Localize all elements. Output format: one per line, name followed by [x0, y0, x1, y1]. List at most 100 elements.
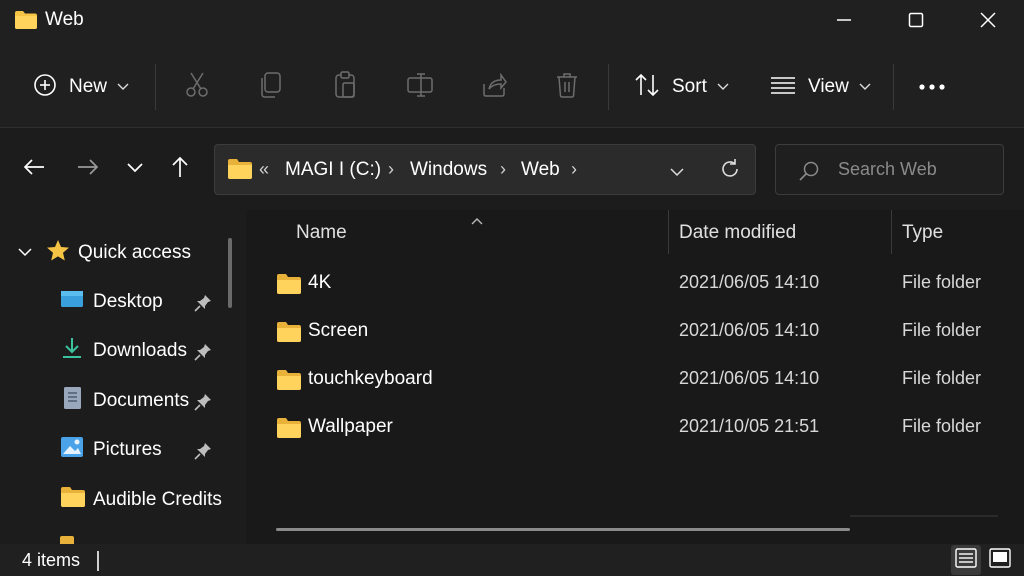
sidebar-item-documents[interactable]: Documents [60, 383, 189, 419]
back-button[interactable] [16, 152, 52, 186]
column-divider[interactable] [668, 210, 669, 254]
file-name: Wallpaper [308, 416, 393, 437]
details-view-button[interactable] [951, 545, 981, 575]
close-icon [979, 11, 997, 29]
breadcrumb-separator[interactable]: › [571, 159, 577, 180]
file-type: File folder [902, 416, 982, 436]
rename-button[interactable] [406, 70, 434, 104]
maximize-button[interactable] [880, 0, 952, 40]
pin-icon[interactable] [194, 294, 212, 317]
new-label: New [69, 76, 108, 97]
folder-icon [60, 536, 74, 544]
share-button[interactable] [481, 70, 507, 104]
more-icon [918, 78, 946, 96]
more-button[interactable] [918, 70, 946, 104]
pin-icon[interactable] [194, 343, 212, 366]
refresh-icon[interactable] [719, 158, 741, 185]
chevron-down-icon[interactable] [18, 242, 32, 264]
column-header-type[interactable]: Type [902, 222, 943, 244]
pin-icon[interactable] [194, 393, 212, 416]
paste-icon [333, 70, 357, 104]
delete-button[interactable] [555, 70, 579, 104]
file-date: 2021/10/05 21:51 [679, 416, 820, 436]
navigation-pane: Quick access Desktop Downloads Documents… [0, 210, 246, 544]
rename-icon [406, 72, 434, 103]
file-type: File folder [902, 368, 982, 388]
file-list: Name Date modified Type 4K 2021/06/05 14… [246, 210, 1024, 544]
sidebar-item-desktop[interactable]: Desktop [60, 284, 163, 320]
file-type: File folder [902, 272, 982, 292]
address-bar[interactable]: « MAGI I (C:) › Windows › Web › [214, 144, 756, 195]
sort-ascending-icon [471, 212, 483, 230]
folder-icon [276, 321, 302, 348]
toolbar-divider [893, 64, 894, 110]
status-divider [97, 551, 99, 571]
sidebar-item-label: Pictures [93, 439, 162, 460]
sidebar-item-audible-credits[interactable]: Audible Credits [60, 482, 222, 518]
file-name: 4K [308, 272, 332, 293]
column-divider[interactable] [891, 210, 892, 254]
search-icon [798, 160, 820, 187]
add-circle-icon [33, 73, 57, 102]
file-date: 2021/06/05 14:10 [679, 272, 820, 292]
copy-icon [259, 71, 283, 104]
forward-button[interactable] [70, 152, 106, 186]
sort-label: Sort [672, 76, 707, 97]
up-button[interactable] [162, 152, 198, 186]
address-row: « MAGI I (C:) › Windows › Web › Search W… [0, 128, 1024, 210]
folder-icon [14, 10, 38, 30]
recent-locations-button[interactable] [117, 152, 153, 186]
sidebar-item-downloads[interactable]: Downloads [60, 333, 187, 369]
view-button[interactable]: View [770, 70, 871, 104]
sidebar-item-pictures[interactable]: Pictures [60, 432, 162, 468]
folder-icon [276, 273, 302, 300]
search-input[interactable]: Search Web [838, 159, 937, 180]
view-label: View [808, 76, 849, 97]
pin-icon[interactable] [194, 442, 212, 465]
breadcrumb-separator[interactable]: › [388, 159, 394, 180]
view-list-icon [770, 75, 796, 100]
sort-button[interactable]: Sort [634, 70, 729, 104]
file-name: Screen [308, 320, 369, 341]
cut-button[interactable] [184, 70, 210, 104]
downloads-icon [60, 336, 84, 366]
sidebar-item-label: Audible Credits [93, 489, 222, 510]
table-row[interactable]: Wallpaper 2021/10/05 21:51 File folder [246, 406, 1024, 448]
address-history-chevron-icon[interactable] [670, 164, 684, 182]
file-name: touchkeyboard [308, 368, 433, 389]
breadcrumb-overflow[interactable]: « [259, 159, 269, 180]
maximize-icon [908, 12, 924, 28]
table-row[interactable]: touchkeyboard 2021/06/05 14:10 File fold… [246, 358, 1024, 400]
table-row[interactable]: Screen 2021/06/05 14:10 File folder [246, 310, 1024, 352]
sort-icon [634, 73, 660, 102]
horizontal-scrollbar[interactable] [276, 528, 850, 531]
breadcrumb-drive[interactable]: MAGI I (C:) [285, 159, 381, 181]
arrow-right-icon [77, 158, 99, 181]
status-bar: 4 items [0, 544, 1024, 576]
new-button[interactable]: New [33, 70, 129, 104]
window-title: Web [45, 9, 84, 30]
breadcrumb-separator[interactable]: › [500, 159, 506, 180]
column-header-date-modified[interactable]: Date modified [679, 222, 796, 244]
paste-button[interactable] [333, 70, 357, 104]
breadcrumb-windows[interactable]: Windows [410, 159, 487, 181]
table-row[interactable]: 4K 2021/06/05 14:10 File folder [246, 262, 1024, 304]
close-button[interactable] [952, 0, 1024, 40]
documents-icon [60, 386, 84, 416]
large-icons-view-icon [989, 547, 1011, 573]
navigation-scrollbar[interactable] [228, 238, 232, 308]
column-header-name[interactable]: Name [296, 222, 347, 244]
minimize-button[interactable] [808, 0, 880, 40]
arrow-up-icon [171, 156, 189, 183]
horizontal-scrollbar-track [850, 515, 998, 517]
copy-button[interactable] [259, 70, 283, 104]
chevron-down-icon [127, 160, 143, 178]
search-box[interactable]: Search Web [775, 144, 1004, 195]
quick-access-item[interactable]: Quick access [18, 235, 191, 271]
details-view-icon [955, 547, 977, 573]
pictures-icon [60, 435, 84, 465]
star-icon [46, 239, 70, 267]
cut-icon [184, 71, 210, 104]
large-icons-view-button[interactable] [985, 545, 1015, 575]
breadcrumb-web[interactable]: Web [521, 159, 560, 181]
